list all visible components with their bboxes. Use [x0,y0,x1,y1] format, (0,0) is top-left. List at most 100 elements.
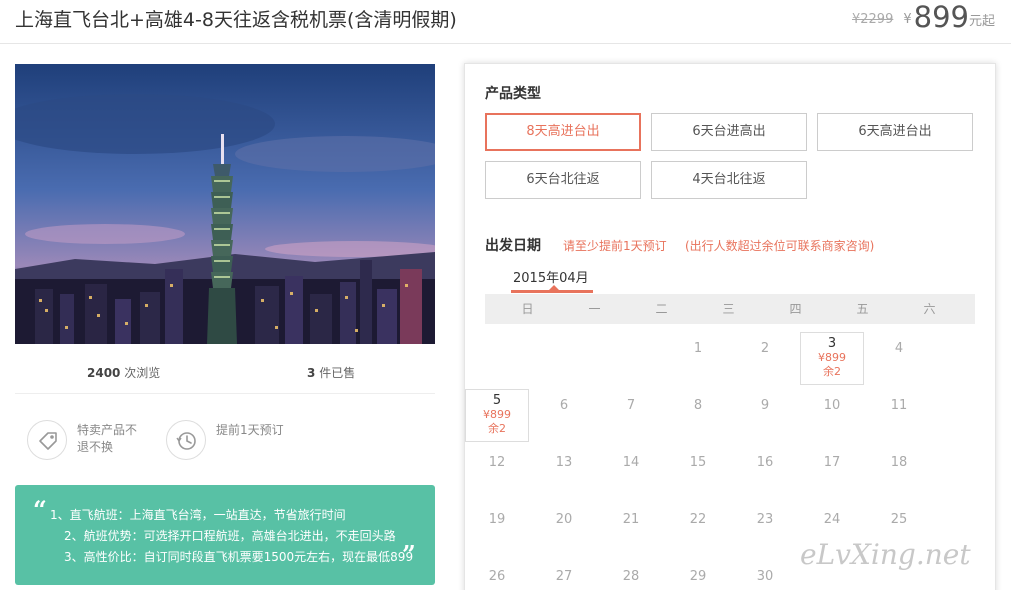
watermark: eLvXing.net [800,538,971,571]
clock-icon [166,420,206,460]
tag-icon [27,420,67,460]
original-price: ¥2299 [851,12,894,27]
calendar-day: 9 [733,389,797,442]
weekday-label: 二 [655,302,668,316]
calendar-day: 23 [733,503,797,556]
calendar-day: 29 [666,560,730,590]
price-suffix: 元起 [968,14,995,29]
calendar-day: 7 [599,389,663,442]
promise-text: 提前1天预订 [216,423,284,437]
view-count-number: 2400 [87,366,121,380]
calendar-day: 10 [800,389,864,442]
calendar-day: 18 [867,446,931,499]
calendar-day-number: 21 [622,512,640,527]
currency-symbol: ¥ [903,12,912,27]
calendar-day-number: 23 [756,512,774,527]
highlight-item: 3、高性价比：自订同时段直飞机票要1500元左右，现在最低899 [64,550,414,564]
taipei-skyline-image [15,64,435,344]
calendar-day-number: 12 [488,455,506,470]
calendar-day-number: 1 [693,341,703,356]
promise-advance-booking: 提前1天预订 [166,418,296,462]
capacity-notice: (出行人数超过余位可联系商家咨询) [685,239,875,253]
calendar-day-number: 8 [693,398,703,413]
weekday-label: 四 [789,302,802,316]
calendar-day: 14 [599,446,663,499]
option-6day-taipei-roundtrip[interactable]: 6天台北往返 [485,161,641,199]
calendar-day-number: 2 [760,341,770,356]
calendar-day-number: 18 [890,455,908,470]
option-6day-taipei-in-kaohsiung-out[interactable]: 6天台进高出 [651,113,807,151]
calendar-day-number: 20 [555,512,573,527]
calendar-day-number: 11 [890,398,908,413]
calendar-day-number: 28 [622,569,640,584]
sold-count-label: 件已售 [319,366,356,380]
view-count: 2400 次浏览 [87,364,160,381]
stats-bar: 2400 次浏览 3 件已售 [15,352,435,394]
calendar-day-number: 19 [488,512,506,527]
month-tab[interactable]: 2015年04月 [513,267,589,286]
calendar-day-number: 6 [559,398,569,413]
calendar-day: 26 [465,560,529,590]
calendar-day: 15 [666,446,730,499]
highlights-list: 1、直飞航班：上海直飞台湾，一站直达，节省旅行时间 2、航班优势：可选择开口程航… [50,505,413,568]
calendar-day: 11 [867,389,931,442]
option-6day-kaohsiung-in-taipei-out[interactable]: 6天高进台出 [817,113,973,151]
promise-text: 特卖产品不退不换 [77,423,138,454]
current-price: 899 [913,0,969,34]
calendar-day-number: 3 [827,336,837,351]
view-count-label: 次浏览 [124,366,161,380]
calendar-day: 6 [532,389,596,442]
calendar-day-number: 5 [492,393,502,408]
calendar-day-number: 26 [488,569,506,584]
header: 上海直飞台北+高雄4-8天往返含税机票(含清明假期) ¥2299 ¥899元起 [0,0,1011,44]
product-type-label: 产品类型 [485,86,541,102]
departure-date-label: 出发日期 [485,238,541,254]
weekday-label: 一 [588,302,601,316]
weekday-label: 五 [856,302,869,316]
calendar-day: 13 [532,446,596,499]
calendar-day-number: 30 [756,569,774,584]
calendar-day-number: 10 [823,398,841,413]
calendar-day: 2 [733,332,797,385]
calendar-day-remaining: 余2 [823,365,841,378]
page-title: 上海直飞台北+高雄4-8天往返含税机票(含清明假期) [15,9,457,31]
calendar-day-number: 22 [689,512,707,527]
calendar-day-number: 24 [823,512,841,527]
option-8day-kaohsiung-in-taipei-out[interactable]: 8天高进台出 [485,113,641,151]
calendar-day: 19 [465,503,529,556]
calendar-day-number: 25 [890,512,908,527]
calendar-day: 1 [666,332,730,385]
option-4day-taipei-roundtrip[interactable]: 4天台北往返 [651,161,807,199]
calendar-day: 21 [599,503,663,556]
calendar-day-number: 14 [622,455,640,470]
highlight-item: 1、直飞航班：上海直飞台湾，一站直达，节省旅行时间 [50,508,346,522]
calendar-day-number: 13 [555,455,573,470]
calendar-day-price: ¥899 [818,351,846,364]
calendar-day-number: 17 [823,455,841,470]
sold-count-number: 3 [307,366,316,380]
calendar-day-available[interactable]: 3 ¥899 余2 [800,332,864,385]
booking-panel: 产品类型 8天高进台出 6天台进高出 6天高进台出 6天台北往返 4天台北往返 … [464,63,996,590]
calendar-day: 12 [465,446,529,499]
calendar-day-number: 7 [626,398,636,413]
weekday-label: 六 [923,302,936,316]
month-underline [511,290,593,293]
product-photo[interactable] [15,64,435,344]
calendar-day-number: 16 [756,455,774,470]
calendar-day: 28 [599,560,663,590]
calendar-day-available[interactable]: 5 ¥899 余2 [465,389,529,442]
calendar-day: 20 [532,503,596,556]
close-quote: ” [402,540,416,569]
sold-count: 3 件已售 [307,364,355,381]
price-block: ¥2299 ¥899元起 [852,0,995,34]
calendar-day: 27 [532,560,596,590]
weekday-label: 三 [722,302,735,316]
calendar-day: 17 [800,446,864,499]
calendar-day-number: 27 [555,569,573,584]
calendar-day: 30 [733,560,797,590]
open-quote: “ [33,495,47,524]
calendar-day: 22 [666,503,730,556]
calendar-day-number: 15 [689,455,707,470]
advance-notice: 请至少提前1天预订 [563,239,667,253]
calendar-day: 16 [733,446,797,499]
